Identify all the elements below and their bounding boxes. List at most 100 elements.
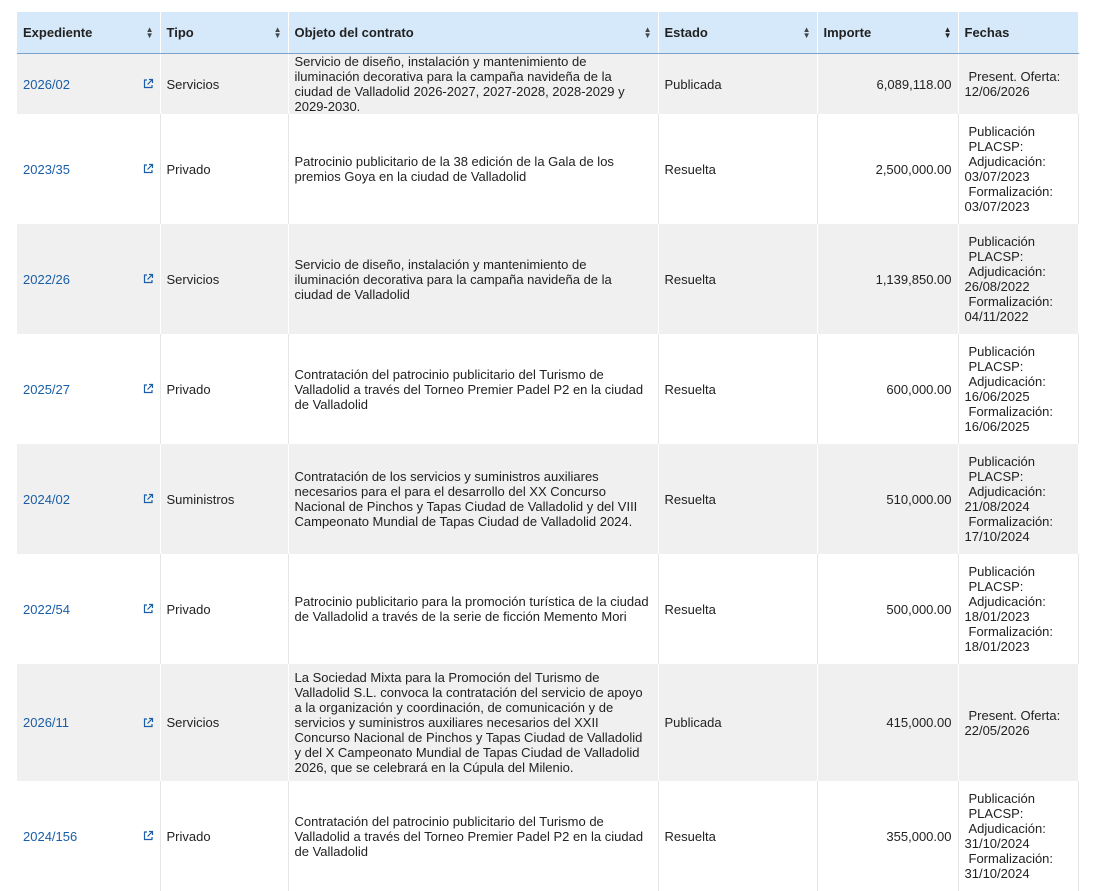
cell-objeto: Patrocinio publicitario para la promoció…	[288, 554, 658, 664]
date-value: 16/06/2025	[965, 389, 1072, 404]
cell-expediente: 2024/156	[17, 781, 160, 891]
date-label: Formalización:	[965, 851, 1072, 866]
date-label: Formalización:	[965, 514, 1072, 529]
cell-tipo: Servicios	[160, 224, 288, 334]
cell-tipo: Privado	[160, 781, 288, 891]
date-label: Formalización:	[965, 404, 1072, 419]
date-label: Formalización:	[965, 184, 1072, 199]
table-header-row: Expediente▲▼Tipo▲▼Objeto del contrato▲▼E…	[17, 12, 1078, 54]
cell-estado: Resuelta	[658, 444, 817, 554]
cell-estado: Publicada	[658, 664, 817, 781]
cell-importe: 1,139,850.00	[817, 224, 958, 334]
date-label: Present. Oferta:	[965, 69, 1072, 84]
expediente-link[interactable]: 2025/27	[23, 382, 70, 397]
expediente-link[interactable]: 2023/35	[23, 162, 70, 177]
external-link-icon[interactable]	[142, 273, 154, 285]
date-value: 21/08/2024	[965, 499, 1072, 514]
date-label: Publicación PLACSP:	[965, 564, 1072, 594]
cell-expediente: 2026/11	[17, 664, 160, 781]
external-link-icon[interactable]	[142, 717, 154, 729]
date-label: Adjudicación:	[965, 374, 1072, 389]
cell-objeto: Patrocinio publicitario de la 38 edición…	[288, 114, 658, 224]
cell-fechas: Publicación PLACSP:Adjudicación:21/08/20…	[958, 444, 1078, 554]
external-link-icon[interactable]	[142, 493, 154, 505]
expediente-link[interactable]: 2026/02	[23, 77, 70, 92]
cell-importe: 510,000.00	[817, 444, 958, 554]
cell-fechas: Present. Oferta:12/06/2026	[958, 54, 1078, 115]
column-header-importe[interactable]: Importe ▲▼	[817, 12, 958, 54]
date-value: 26/08/2022	[965, 279, 1072, 294]
date-label: Publicación PLACSP:	[965, 454, 1072, 484]
cell-objeto: Contratación del patrocinio publicitario…	[288, 334, 658, 444]
table-row: 2024/156PrivadoContratación del patrocin…	[17, 781, 1078, 891]
contracts-table: Expediente▲▼Tipo▲▼Objeto del contrato▲▼E…	[17, 12, 1079, 891]
date-label: Adjudicación:	[965, 821, 1072, 836]
date-label: Publicación PLACSP:	[965, 791, 1072, 821]
table-row: 2022/26 ServiciosServicio de diseño, inst…	[17, 224, 1078, 334]
table-row: 2026/02ServiciosServicio de diseño, inst…	[17, 54, 1078, 115]
column-header-fechas: Fechas	[958, 12, 1078, 54]
cell-fechas: Publicación PLACSP:Adjudicación:31/10/20…	[958, 781, 1078, 891]
date-label: Publicación PLACSP:	[965, 124, 1072, 154]
date-value: 04/11/2022	[965, 309, 1072, 324]
external-link-icon[interactable]	[142, 383, 154, 395]
external-link-icon[interactable]	[142, 603, 154, 615]
column-header-tipo[interactable]: Tipo▲▼	[160, 12, 288, 54]
sort-icon[interactable]: ▲▼	[274, 27, 282, 39]
cell-estado: Resuelta	[658, 334, 817, 444]
cell-importe: 415,000.00	[817, 664, 958, 781]
external-link-icon[interactable]	[142, 163, 154, 175]
cell-objeto: La Sociedad Mixta para la Promoción del …	[288, 664, 658, 781]
cell-tipo: Suministros	[160, 444, 288, 554]
cell-objeto: Servicio de diseño, instalación y manten…	[288, 224, 658, 334]
date-value: 03/07/2023	[965, 199, 1072, 214]
date-label: Publicación PLACSP:	[965, 344, 1072, 374]
cell-fechas: Present. Oferta:22/05/2026	[958, 664, 1078, 781]
cell-estado: Resuelta	[658, 781, 817, 891]
expediente-link[interactable]: 2022/26	[23, 272, 70, 287]
column-header-label: Importe	[824, 25, 872, 40]
cell-importe: 355,000.00	[817, 781, 958, 891]
cell-fechas: Publicación PLACSP:Adjudicación:18/01/20…	[958, 554, 1078, 664]
contracts-table-container: Expediente▲▼Tipo▲▼Objeto del contrato▲▼E…	[17, 12, 1078, 891]
date-value: 03/07/2023	[965, 169, 1072, 184]
date-label: Publicación PLACSP:	[965, 234, 1072, 264]
expediente-link[interactable]: 2026/11	[23, 715, 69, 730]
expediente-link[interactable]: 2022/54	[23, 602, 70, 617]
cell-tipo: Privado	[160, 554, 288, 664]
cell-importe: 6,089,118.00	[817, 54, 958, 115]
date-value: 12/06/2026	[965, 84, 1072, 99]
column-header-expediente[interactable]: Expediente▲▼	[17, 12, 160, 54]
column-header-label: Fechas	[965, 25, 1010, 40]
cell-estado: Resuelta	[658, 554, 817, 664]
cell-tipo: Servicios	[160, 54, 288, 115]
cell-expediente: 2022/26	[17, 224, 160, 334]
external-link-icon[interactable]	[142, 78, 154, 90]
sort-icon[interactable]: ▲▼	[644, 27, 652, 39]
cell-importe: 500,000.00	[817, 554, 958, 664]
column-header-label: Estado	[665, 25, 708, 40]
sort-icon[interactable]: ▲▼	[803, 27, 811, 39]
table-row: 2022/54 PrivadoPatrocinio publicitario pa…	[17, 554, 1078, 664]
cell-fechas: Publicación PLACSP:Adjudicación:03/07/20…	[958, 114, 1078, 224]
table-row: 2023/35 PrivadoPatrocinio publicitario de…	[17, 114, 1078, 224]
cell-expediente: 2023/35	[17, 114, 160, 224]
cell-objeto: Contratación de los servicios y suminist…	[288, 444, 658, 554]
sort-desc-icon[interactable]: ▲▼	[944, 27, 952, 39]
expediente-link[interactable]: 2024/02	[23, 492, 70, 507]
cell-estado: Resuelta	[658, 114, 817, 224]
cell-tipo: Privado	[160, 114, 288, 224]
date-value: 18/01/2023	[965, 639, 1072, 654]
table-row: 2024/02 SuministrosContratación de los se…	[17, 444, 1078, 554]
cell-fechas: Publicación PLACSP:Adjudicación:26/08/20…	[958, 224, 1078, 334]
expediente-link[interactable]: 2024/156	[23, 829, 77, 844]
cell-expediente: 2022/54	[17, 554, 160, 664]
sort-icon[interactable]: ▲▼	[146, 27, 154, 39]
table-row: 2026/11 ServiciosLa Sociedad Mixta para l…	[17, 664, 1078, 781]
column-header-estado[interactable]: Estado ▲▼	[658, 12, 817, 54]
cell-tipo: Servicios	[160, 664, 288, 781]
cell-importe: 600,000.00	[817, 334, 958, 444]
external-link-icon[interactable]	[142, 830, 154, 842]
column-header-objeto[interactable]: Objeto del contrato▲▼	[288, 12, 658, 54]
date-label: Adjudicación:	[965, 484, 1072, 499]
